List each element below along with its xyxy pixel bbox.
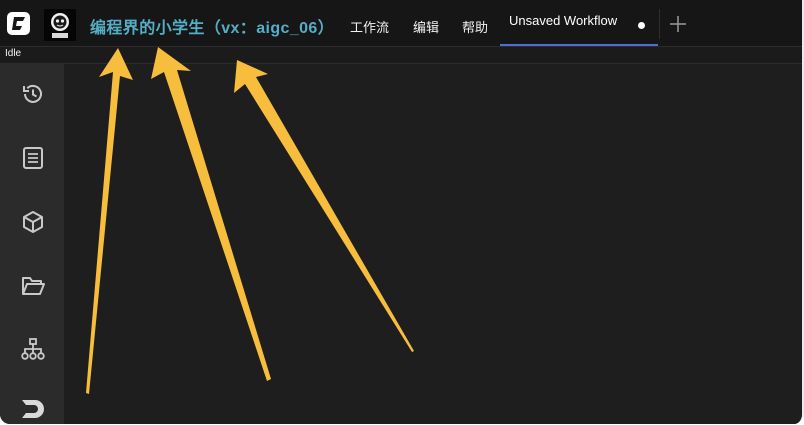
avatar-image [44,9,76,41]
unsaved-dot-icon[interactable] [638,22,645,29]
menu-workflow[interactable]: 工作流 [350,17,389,36]
comfyui-logo-icon[interactable] [7,12,30,35]
tab-label: Unsaved Workflow [509,13,618,28]
tab-unsaved-workflow[interactable]: Unsaved Workflow [500,0,658,46]
workflow-canvas[interactable] [64,64,802,424]
sitemap-icon[interactable] [20,337,46,363]
status-text: Idle [5,48,22,59]
sidebar [0,64,64,424]
document-list-icon[interactable] [20,145,46,171]
status-bar: Idle [0,47,802,64]
new-tab-plus-icon[interactable] [669,15,687,33]
brand-title: 编程界的小学生（vx：aigc_06） [90,20,335,37]
folder-open-icon[interactable] [20,273,46,299]
app-window: 编程界的小学生（vx：aigc_06） 工作流 编辑 帮助 Unsaved Wo… [0,0,804,424]
sd-logo-icon[interactable] [20,398,46,424]
menu-edit[interactable]: 编辑 [413,17,439,36]
comfyui-logo-glyph [12,17,25,30]
avatar[interactable] [44,9,76,41]
tab-divider [659,9,660,39]
history-icon[interactable] [20,81,46,107]
menu-help[interactable]: 帮助 [462,17,488,36]
top-menu-bar: 编程界的小学生（vx：aigc_06） 工作流 编辑 帮助 Unsaved Wo… [0,0,802,47]
cube-icon[interactable] [20,209,46,235]
